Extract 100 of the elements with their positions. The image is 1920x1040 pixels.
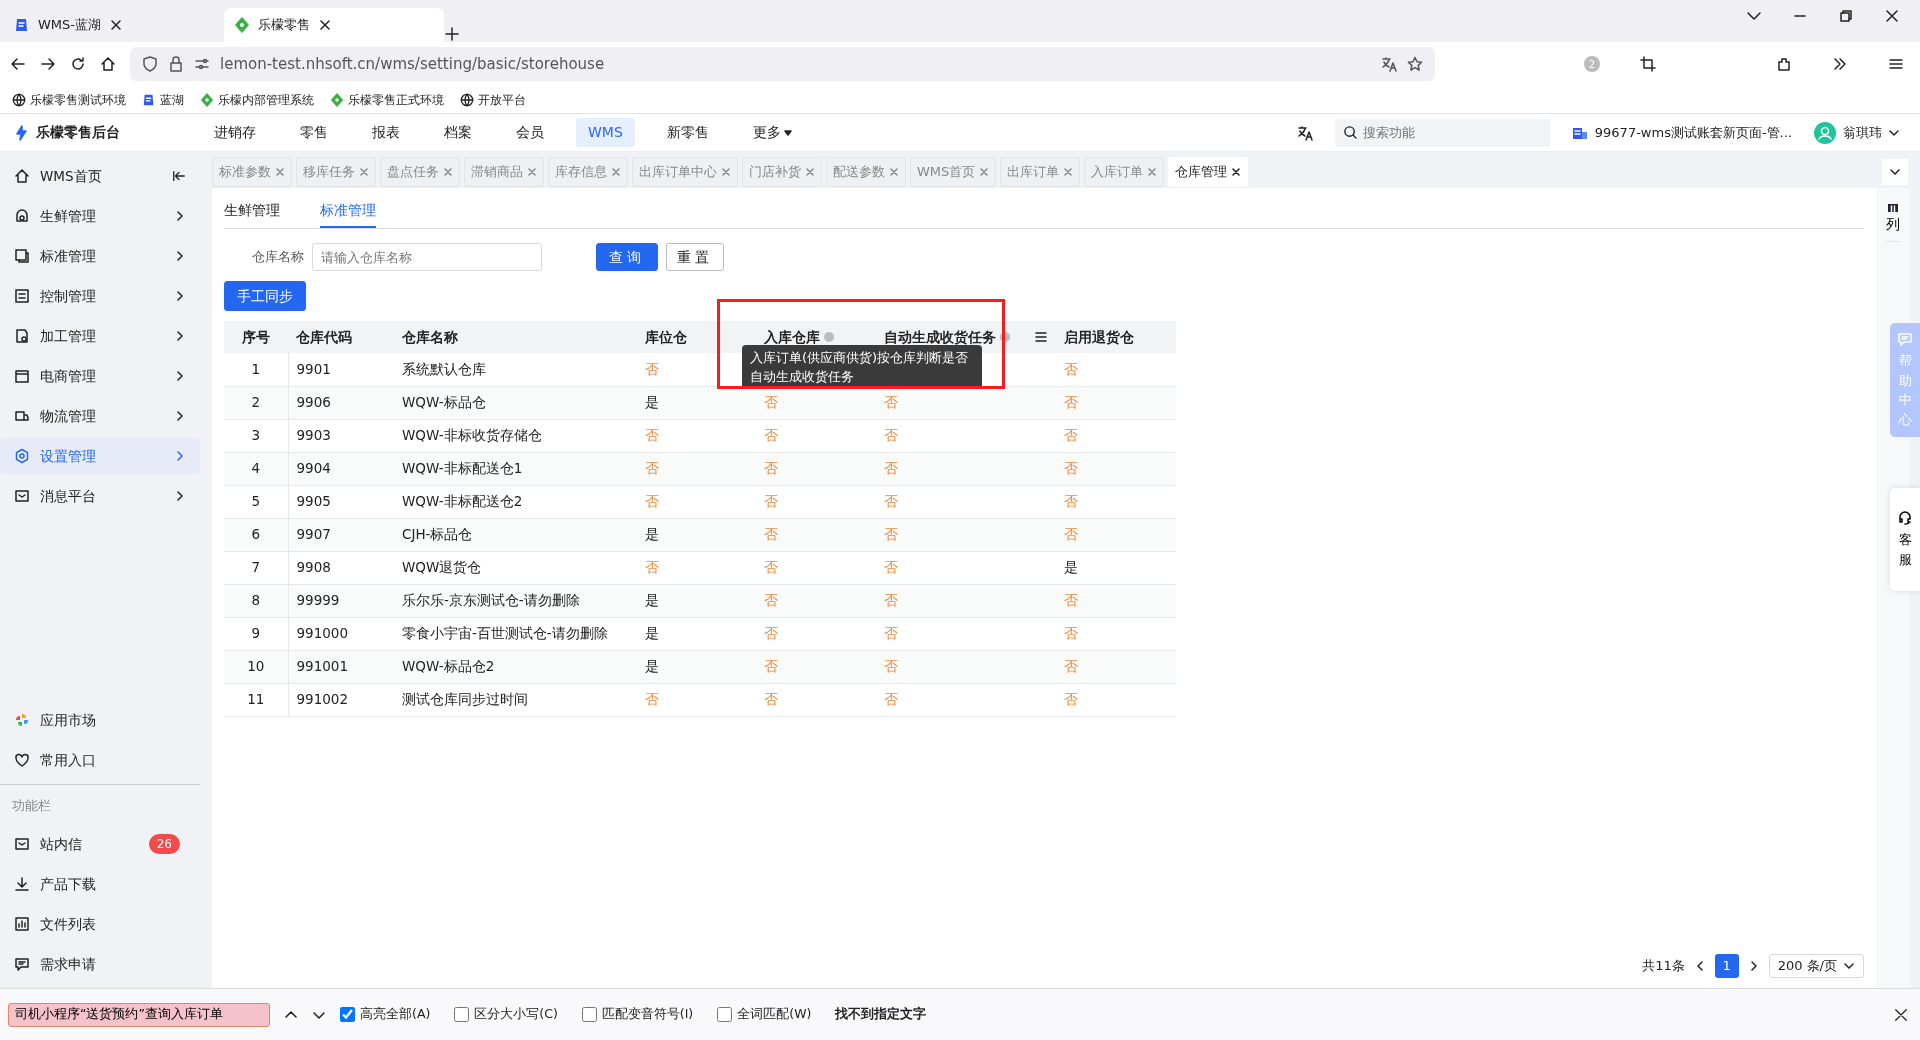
translate-icon[interactable] — [1381, 56, 1397, 72]
checkbox[interactable] — [340, 1007, 355, 1022]
sync-button[interactable]: 手工同步 — [224, 281, 306, 311]
restore-icon[interactable] — [1838, 8, 1854, 24]
input-field[interactable]: 请输入仓库名称 — [312, 243, 542, 271]
sidebar-item[interactable]: WMS首页 — [0, 158, 200, 194]
sidebar-item[interactable]: 电商管理 — [0, 358, 200, 394]
nav-tab[interactable]: 更多 — [740, 118, 805, 147]
sidebar-item[interactable]: 文件列表 — [0, 906, 200, 942]
browser-tab[interactable]: WMS-蓝湖 — [4, 8, 224, 42]
sub-tab[interactable]: 生鲜管理 — [224, 194, 280, 228]
nav-tab[interactable]: 进销存 — [202, 118, 268, 147]
sidebar-item[interactable]: 加工管理 — [0, 318, 200, 354]
close-icon[interactable] — [1894, 1007, 1908, 1022]
page-size-select[interactable]: 200 条/页 — [1768, 954, 1864, 978]
menu-icon[interactable] — [1888, 56, 1904, 72]
reset-button[interactable]: 重置 — [666, 243, 724, 271]
bookmark[interactable]: 开放平台 — [460, 90, 526, 109]
table-cell: 乐尔乐-京东测试仓-请勿删除 — [402, 592, 580, 609]
checkbox[interactable] — [454, 1007, 470, 1022]
chevron-right-icon[interactable] — [1748, 960, 1759, 972]
table-cell: 否 — [1064, 625, 1078, 642]
checkbox[interactable] — [717, 1007, 733, 1022]
find-field[interactable]: 司机小程序“送货预约”查询入库订单 — [8, 1002, 270, 1027]
query-button[interactable]: 查询 — [596, 243, 658, 271]
browser-tab[interactable]: 乐檬零售 — [224, 8, 444, 42]
sidebar-item[interactable]: 消息平台 — [0, 478, 200, 514]
table-cell: 否 — [1064, 592, 1078, 609]
table-cell: 否 — [645, 361, 659, 378]
sidebar-item[interactable]: 常用入口 — [0, 742, 200, 779]
apps-icon — [14, 712, 30, 729]
sidebar-item[interactable]: 站内信 26 — [0, 826, 200, 862]
page-button[interactable]: 1 — [1714, 954, 1739, 978]
table-cell: 5 — [251, 493, 261, 510]
caret-icon — [784, 128, 793, 137]
columns-button[interactable]: 列 — [1886, 188, 1900, 242]
bookmark[interactable]: 蓝湖 — [142, 90, 184, 109]
column-header: 启用退货仓 — [1064, 328, 1134, 345]
bookmark[interactable]: 乐檬内部管理系统 — [200, 90, 314, 109]
sidebar-item[interactable]: 需求申请 — [0, 946, 200, 982]
table-cell: 991000 — [296, 625, 349, 642]
extensions-icon[interactable] — [1776, 56, 1792, 72]
collapse-icon[interactable] — [172, 169, 186, 183]
customer-service-button[interactable]: 客服 — [1890, 488, 1920, 591]
tab-title: 乐檬零售 — [258, 16, 310, 35]
reload-icon[interactable] — [70, 56, 86, 72]
sidebar-item[interactable]: 标准管理 — [0, 238, 200, 274]
new-tab-icon[interactable] — [444, 26, 460, 42]
nav-tab[interactable]: 新零售 — [654, 118, 721, 147]
logo-icon — [14, 124, 30, 141]
user-name[interactable]: 翁琪玮 — [1842, 122, 1882, 143]
account-name[interactable]: 99677-wms测试账套新页面-管... — [1594, 122, 1792, 143]
table-cell: 否 — [884, 691, 898, 708]
sidebar-item[interactable]: 控制管理 — [0, 278, 200, 314]
table-cell: 9906 — [296, 394, 331, 411]
table-cell: 否 — [645, 691, 659, 708]
bookmark[interactable]: 乐檬零售正式环境 — [330, 90, 444, 109]
table-cell: 否 — [884, 460, 898, 477]
nav-tab[interactable]: WMS — [576, 118, 635, 147]
chevrons-right-icon[interactable] — [1832, 56, 1848, 72]
table-cell: 否 — [1064, 427, 1078, 444]
close-icon[interactable] — [109, 18, 123, 32]
bookmark[interactable]: 乐檬零售测试环境 — [12, 90, 126, 109]
close-icon[interactable] — [1884, 8, 1900, 24]
crop-icon[interactable] — [1640, 56, 1656, 72]
sidebar-item[interactable]: 物流管理 — [0, 398, 200, 434]
home-icon[interactable] — [100, 56, 116, 72]
table-cell: 9901 — [296, 361, 331, 378]
page-tab[interactable]: 仓库管理 — [1168, 157, 1249, 187]
mail-icon — [14, 836, 30, 852]
home-icon — [14, 168, 30, 184]
chevron-down-icon[interactable] — [1889, 166, 1901, 178]
nav-tab[interactable]: 零售 — [288, 118, 340, 147]
table-cell: 991002 — [296, 691, 349, 708]
nav-tab[interactable]: 会员 — [504, 118, 556, 147]
close-icon[interactable] — [1231, 167, 1242, 177]
sidebar-item[interactable]: 应用市场 — [0, 702, 200, 739]
sidebar-item[interactable]: 生鲜管理 — [0, 198, 200, 234]
sub-tab[interactable]: 标准管理 — [320, 194, 376, 228]
sidebar-item[interactable]: 设置管理 — [0, 438, 200, 474]
tab-title: WMS-蓝湖 — [38, 16, 101, 35]
store-icon — [14, 368, 30, 384]
search-field[interactable]: 搜索功能 — [1335, 118, 1551, 147]
translate-icon[interactable] — [1297, 124, 1314, 141]
star-icon[interactable] — [1407, 56, 1423, 72]
column-menu-icon[interactable] — [1034, 330, 1048, 344]
nav-tab[interactable]: 报表 — [360, 118, 412, 147]
table-cell: 否 — [884, 493, 898, 510]
sidebar-item[interactable]: 产品下载 — [0, 866, 200, 902]
close-icon[interactable] — [318, 18, 332, 32]
checkbox[interactable] — [581, 1007, 597, 1022]
heart-icon — [14, 752, 30, 769]
nav-tab[interactable]: 档案 — [432, 118, 484, 147]
table-cell: 991001 — [296, 658, 349, 675]
chevron-left-icon[interactable] — [1694, 960, 1705, 972]
table-cell: 否 — [764, 427, 778, 444]
column-header: 库位仓 — [645, 328, 687, 345]
back-icon[interactable] — [10, 56, 26, 72]
address-bar[interactable]: lemon-test.nhsoft.cn/wms/setting/basic/storehouse — [130, 47, 1435, 81]
forward-icon[interactable] — [40, 56, 56, 72]
